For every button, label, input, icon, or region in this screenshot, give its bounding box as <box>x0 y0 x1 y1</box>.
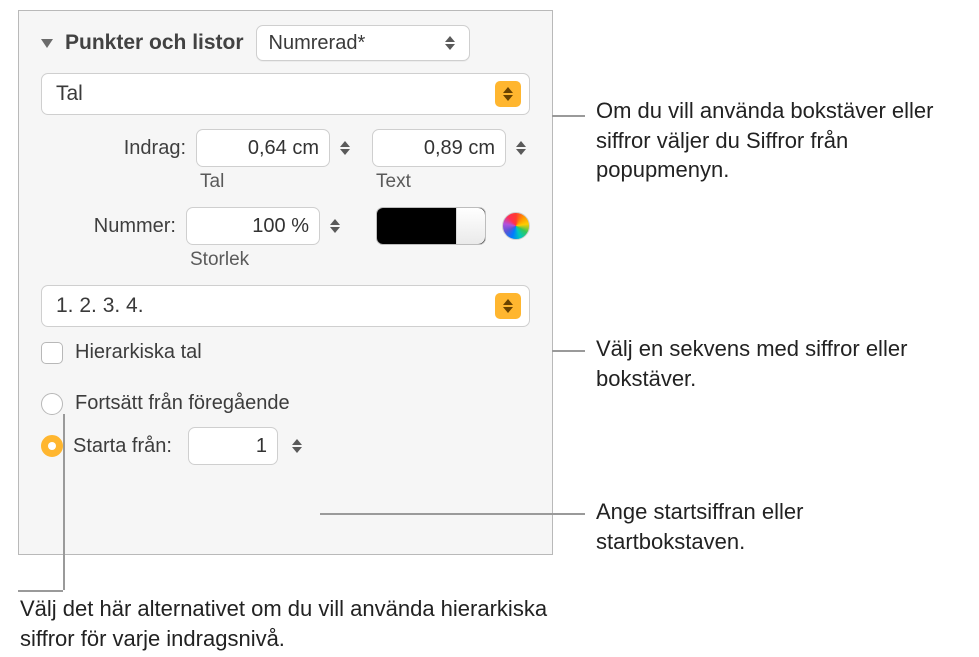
start-from-field[interactable]: 1 <box>188 427 278 465</box>
indent-number-field[interactable]: 0,64 cm <box>196 129 330 167</box>
updown-chevron-icon <box>495 293 521 319</box>
number-color-well[interactable] <box>376 207 486 245</box>
stepper-icon[interactable] <box>326 219 344 233</box>
callout-start-from: Ange startsiffran eller startbokstaven. <box>596 497 936 556</box>
section-header: Punkter och listor Numrerad* <box>41 25 530 61</box>
leader-line <box>552 115 585 117</box>
number-size-field[interactable]: 100 % <box>186 207 320 245</box>
number-type-popup[interactable]: Tal <box>41 73 530 115</box>
leader-line <box>63 414 65 590</box>
sequence-popup[interactable]: 1. 2. 3. 4. <box>41 285 530 327</box>
indent-text-value: 0,89 cm <box>424 137 495 160</box>
stepper-icon[interactable] <box>336 141 354 155</box>
start-from-label: Starta från: <box>73 435 172 458</box>
continue-label: Fortsätt från föregående <box>75 392 290 415</box>
hierarchical-checkbox[interactable] <box>41 342 63 364</box>
number-size-sublabel: Storlek <box>186 249 249 271</box>
hierarchical-label: Hierarkiska tal <box>75 341 202 364</box>
sequence-value: 1. 2. 3. 4. <box>56 294 487 318</box>
section-title: Punkter och listor <box>65 31 244 55</box>
list-style-popup[interactable]: Numrerad* <box>256 25 470 61</box>
number-size-value: 100 % <box>252 215 309 238</box>
indent-label: Indrag: <box>41 129 186 160</box>
callout-type-popup: Om du vill använda bokstäver eller siffr… <box>596 96 966 185</box>
number-type-value: Tal <box>56 82 487 106</box>
color-picker-icon[interactable] <box>502 212 530 240</box>
indent-text-field[interactable]: 0,89 cm <box>372 129 506 167</box>
updown-chevron-icon <box>441 36 459 50</box>
updown-chevron-icon <box>495 81 521 107</box>
stepper-icon[interactable] <box>288 439 306 453</box>
start-from-radio[interactable] <box>41 435 63 457</box>
indent-number-value: 0,64 cm <box>248 137 319 160</box>
list-style-value: Numrerad* <box>269 32 441 55</box>
disclosure-triangle-icon[interactable] <box>41 39 53 48</box>
leader-line <box>18 590 63 592</box>
callout-hierarchical: Välj det här alternativet om du vill anv… <box>20 594 560 653</box>
leader-line <box>320 513 585 515</box>
bullets-lists-panel: Punkter och listor Numrerad* Tal Indrag:… <box>18 10 553 555</box>
stepper-icon[interactable] <box>512 141 530 155</box>
continue-row: Fortsätt från föregående <box>41 392 530 415</box>
start-from-value: 1 <box>256 435 267 458</box>
indent-row: Indrag: 0,64 cm Tal 0,89 cm Text <box>41 129 530 193</box>
start-from-row: Starta från: 1 <box>41 427 530 465</box>
hierarchical-row: Hierarkiska tal <box>41 341 530 364</box>
number-row: Nummer: 100 % Storlek <box>41 207 530 271</box>
indent-text-sublabel: Text <box>372 171 411 193</box>
indent-number-sublabel: Tal <box>196 171 224 193</box>
number-label: Nummer: <box>41 207 176 238</box>
continue-radio[interactable] <box>41 393 63 415</box>
callout-sequence-popup: Välj en sekvens med siffror eller bokstä… <box>596 334 936 393</box>
leader-line <box>552 350 585 352</box>
